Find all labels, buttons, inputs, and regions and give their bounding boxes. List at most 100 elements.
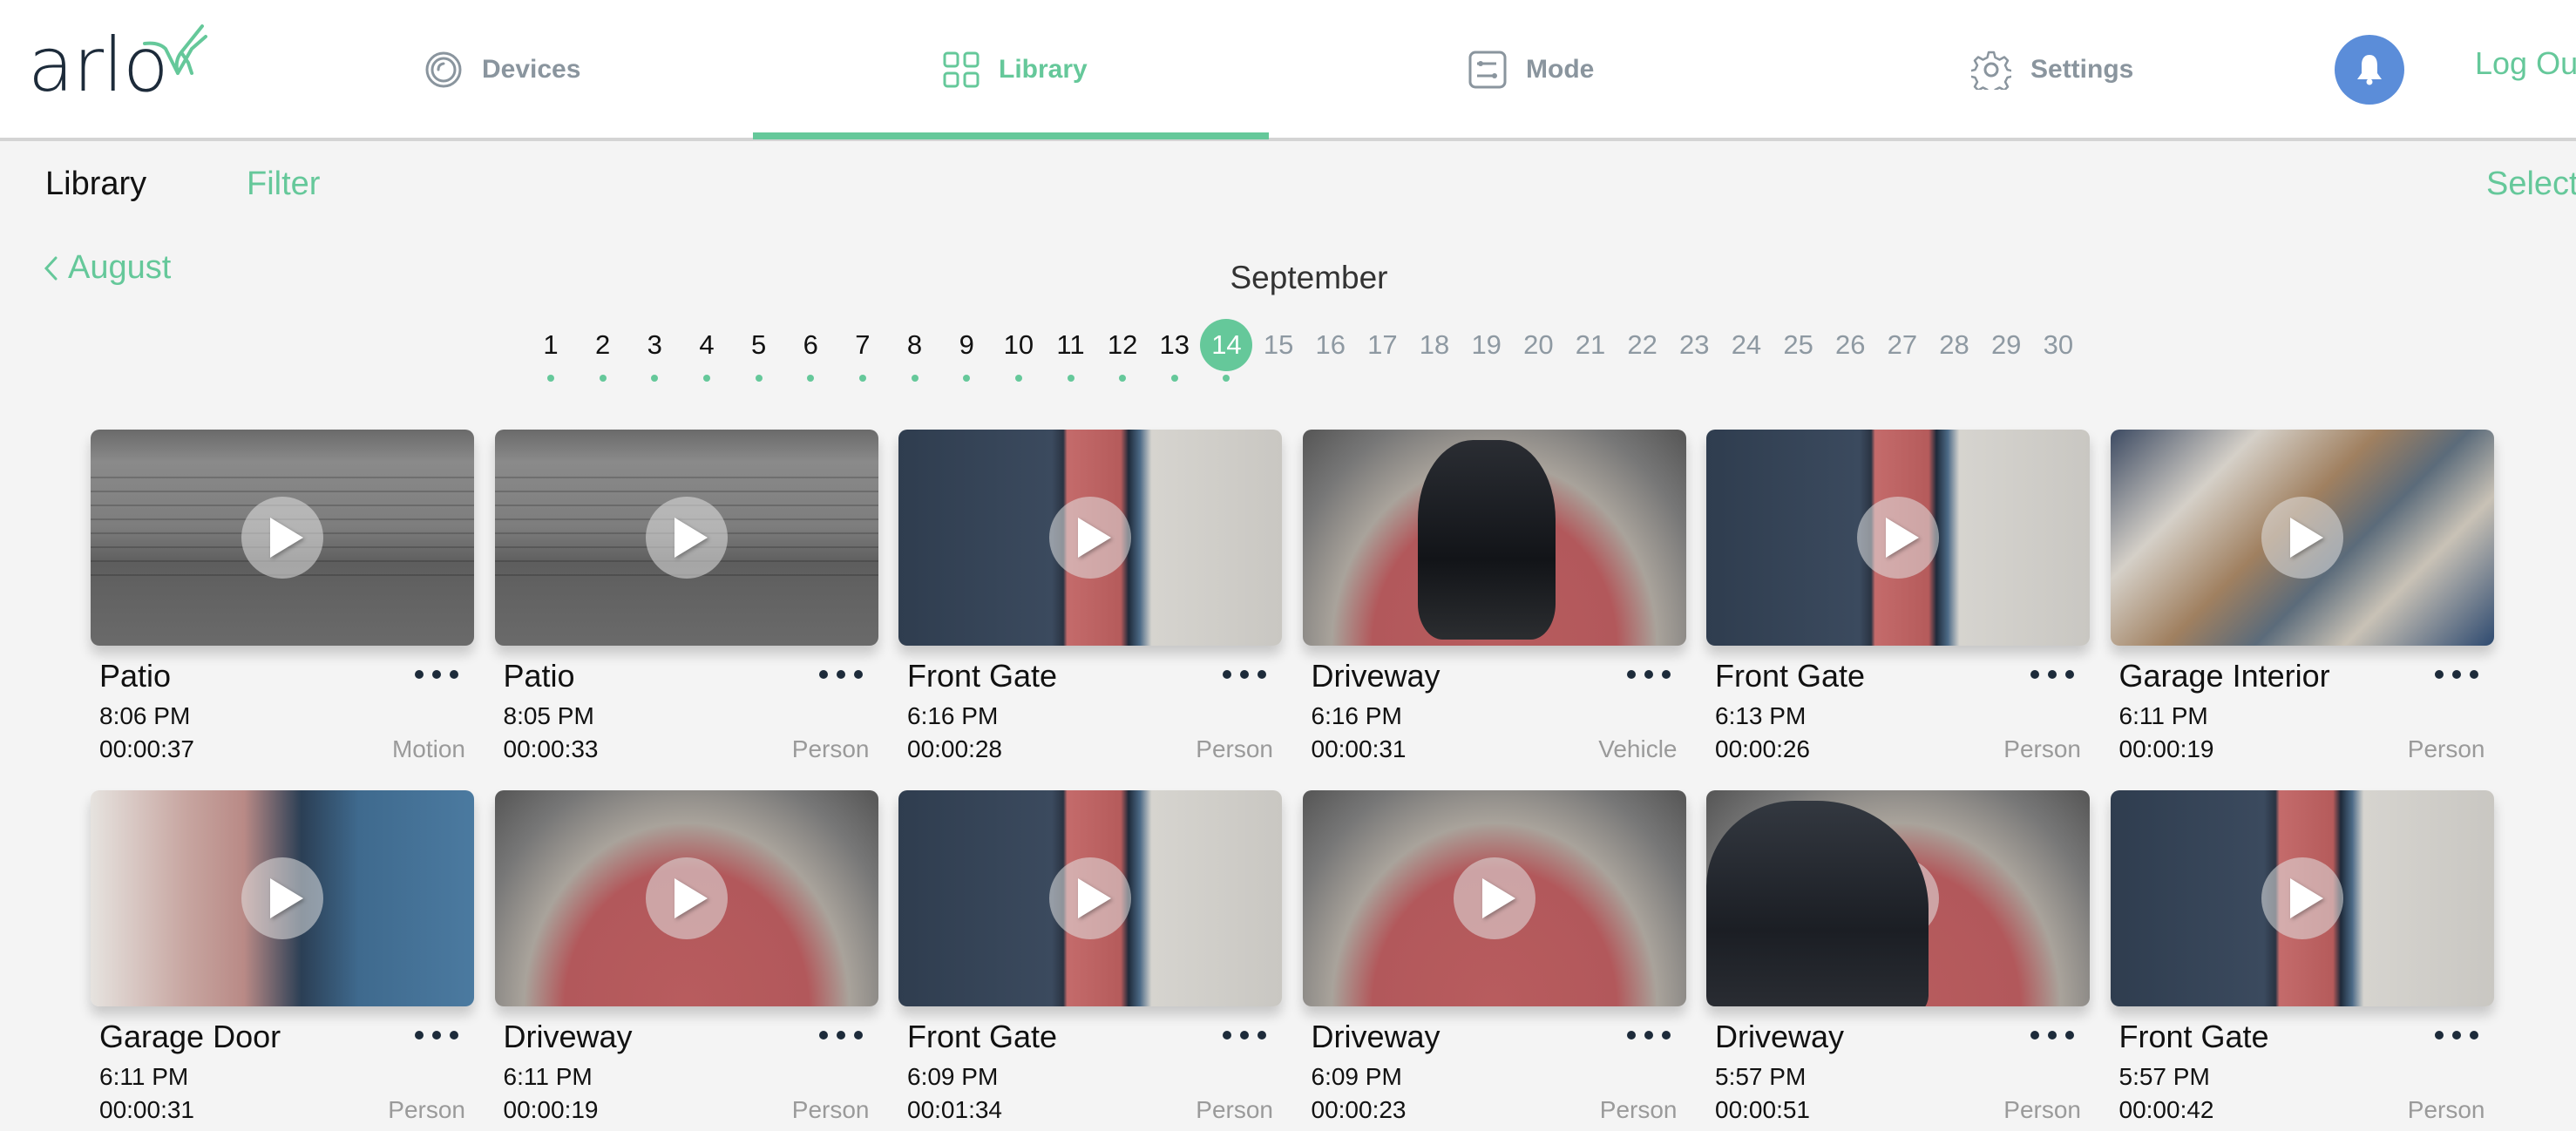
day-13[interactable]: 13 [1149,319,1201,389]
day-14[interactable]: 14 [1200,319,1253,389]
day-22[interactable]: 22 [1617,319,1669,389]
day-29[interactable]: 29 [1980,319,2032,389]
day-2[interactable]: 2 [577,319,629,389]
ellipsis-dot-icon [1644,670,1653,679]
day-26[interactable]: 26 [1824,319,1876,389]
play-icon [1481,518,1515,558]
filter-button[interactable]: Filter [247,166,320,203]
recording-thumbnail[interactable] [494,430,878,646]
recording-thumbnail[interactable] [1302,430,1686,646]
recording-thumbnail[interactable] [1706,790,2090,1006]
day-17[interactable]: 17 [1356,319,1408,389]
more-options-button[interactable] [1626,1022,1671,1048]
day-30[interactable]: 30 [2032,319,2085,389]
play-button[interactable] [1049,857,1131,939]
play-button[interactable] [1857,857,1939,939]
day-3[interactable]: 3 [628,319,681,389]
camera-name: Driveway [1311,1019,1441,1054]
more-options-button[interactable] [415,1022,458,1048]
recording-thumbnail[interactable] [1706,430,2090,646]
ellipsis-dot-icon [1644,1031,1653,1040]
library-grid-icon [943,51,980,88]
ellipsis-dot-icon [450,670,458,679]
recording-thumbnail[interactable] [2110,430,2494,646]
camera-name: Driveway [1311,658,1441,694]
more-options-button[interactable] [818,661,863,687]
day-number: 19 [1471,329,1502,360]
day-4[interactable]: 4 [681,319,733,389]
day-5[interactable]: 5 [733,319,785,389]
play-button[interactable] [645,497,728,579]
ellipsis-dot-icon [432,1031,441,1040]
day-6[interactable]: 6 [784,319,837,389]
recording-thumbnail[interactable] [91,790,474,1006]
more-options-button[interactable] [415,661,458,687]
day-9[interactable]: 9 [940,319,993,389]
play-button[interactable] [241,857,323,939]
day-8[interactable]: 8 [889,319,941,389]
day-1[interactable]: 1 [525,319,577,389]
more-options-button[interactable] [2030,1022,2074,1048]
day-25[interactable]: 25 [1773,319,1825,389]
previous-month-button[interactable]: August [44,249,171,287]
play-button[interactable] [1857,497,1939,579]
recording-thumbnail[interactable] [898,430,1282,646]
day-number: 22 [1627,329,1657,360]
day-27[interactable]: 27 [1876,319,1929,389]
recording-thumbnail[interactable] [898,790,1282,1006]
play-button[interactable] [645,857,728,939]
play-button[interactable] [241,497,323,579]
more-options-button[interactable] [2030,661,2074,687]
recording-card: Driveway 6:09 PM 00:00:23 Person [1302,790,1686,1123]
day-21[interactable]: 21 [1564,319,1617,389]
ellipsis-dot-icon [2030,1031,2039,1040]
recording-duration: 00:00:28 [907,735,1002,762]
more-options-button[interactable] [2434,1022,2478,1048]
select-button[interactable]: Select [2486,166,2576,203]
recording-thumbnail[interactable] [2110,790,2494,1006]
day-19[interactable]: 19 [1461,319,1513,389]
day-16[interactable]: 16 [1305,319,1357,389]
logout-link[interactable]: Log Out [2475,45,2576,82]
play-button[interactable] [1453,497,1535,579]
detection-tag: Person [1196,735,1273,762]
play-button[interactable] [2261,497,2343,579]
day-7[interactable]: 7 [837,319,889,389]
nav-library[interactable]: Library [943,44,1088,96]
day-number: 21 [1575,329,1606,360]
ellipsis-dot-icon [1661,670,1671,679]
recording-thumbnail[interactable] [1302,790,1686,1006]
camera-name: Front Gate [2118,1019,2269,1054]
day-number: 2 [595,329,611,360]
day-20[interactable]: 20 [1512,319,1564,389]
day-18[interactable]: 18 [1408,319,1461,389]
recording-thumbnail[interactable] [91,430,474,646]
more-options-button[interactable] [1223,1022,1266,1048]
camera-name: Driveway [1715,1019,1845,1054]
play-button[interactable] [2261,857,2343,939]
nav-settings[interactable]: Settings [1971,44,2133,96]
day-28[interactable]: 28 [1929,319,1981,389]
ellipsis-dot-icon [2030,670,2039,679]
more-options-button[interactable] [818,1022,863,1048]
more-options-button[interactable] [2434,661,2478,687]
recording-card: Front Gate 6:13 PM 00:00:26 Person [1706,430,2090,762]
play-button[interactable] [1049,497,1131,579]
day-12[interactable]: 12 [1096,319,1149,389]
play-button[interactable] [1453,857,1535,939]
day-24[interactable]: 24 [1720,319,1773,389]
day-11[interactable]: 11 [1045,319,1097,389]
notifications-button[interactable] [2335,35,2404,105]
day-number: 25 [1783,329,1813,360]
nav-mode[interactable]: Mode [1468,44,1594,96]
arlo-logo[interactable]: arlo [28,23,207,105]
day-15[interactable]: 15 [1252,319,1305,389]
more-options-button[interactable] [1223,661,1266,687]
day-23[interactable]: 23 [1668,319,1720,389]
nav-devices[interactable]: Devices [424,44,580,96]
day-number: 29 [1990,329,2022,360]
recording-thumbnail[interactable] [494,790,878,1006]
day-10[interactable]: 10 [993,319,1045,389]
more-options-button[interactable] [1626,661,1671,687]
recording-duration: 00:00:42 [2118,1096,2214,1123]
